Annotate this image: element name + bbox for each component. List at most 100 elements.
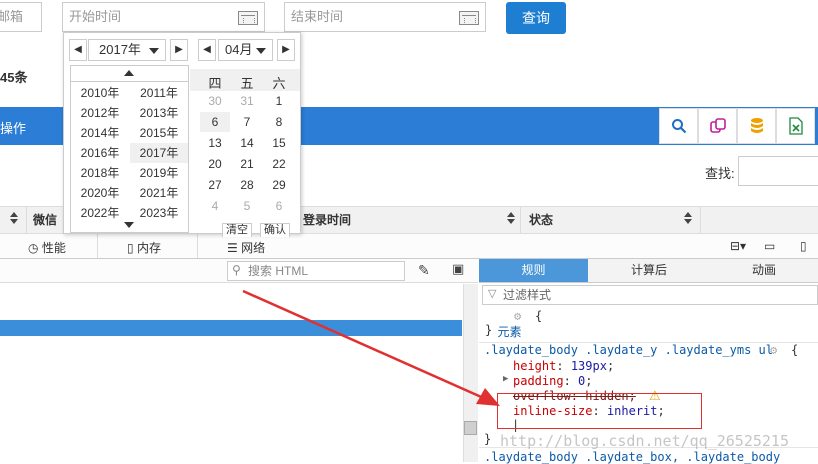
day-cell[interactable]: 28 <box>232 175 262 195</box>
next-year-button[interactable]: ▶ <box>170 39 188 61</box>
filter-icon: ▽ <box>488 288 497 300</box>
day-cell[interactable]: 14 <box>232 133 262 153</box>
tab-rules[interactable]: 规则 <box>479 259 588 282</box>
day-cell[interactable]: 22 <box>264 154 294 174</box>
find-label: 查找: <box>705 166 735 181</box>
selected-node-row[interactable] <box>0 320 462 336</box>
column-header-login-time[interactable]: 登录时间 <box>303 207 351 233</box>
email-placeholder: 邮箱 <box>0 9 24 24</box>
tab-divider <box>197 234 198 258</box>
month-select[interactable]: 04月 <box>218 39 273 61</box>
filter-styles-input[interactable]: 过滤样式 <box>482 285 818 305</box>
sort-icon[interactable] <box>684 212 692 226</box>
copy-icon <box>709 118 726 133</box>
dock-layout-icon[interactable]: ⊟▾ <box>730 239 746 253</box>
prev-year-button[interactable]: ◀ <box>69 39 87 61</box>
day-cell[interactable]: 5 <box>232 196 262 216</box>
element-brace-close: } <box>485 323 493 337</box>
scroll-down-icon[interactable] <box>71 218 188 232</box>
column-divider <box>26 207 27 233</box>
start-time-input[interactable]: 开始时间 <box>62 2 265 32</box>
scroll-up-icon[interactable] <box>71 66 188 82</box>
day-cell[interactable]: 29 <box>264 175 294 195</box>
calendar-icon[interactable] <box>238 11 258 25</box>
next-month-button[interactable]: ▶ <box>277 39 295 61</box>
calendar-icon[interactable] <box>459 11 479 25</box>
rule-selector[interactable]: .laydate_body .laydate_y .laydate_yms ul <box>484 343 773 357</box>
prev-month-button[interactable]: ◀ <box>198 39 216 61</box>
day-cell[interactable]: 20 <box>200 154 230 174</box>
tab-animations[interactable]: 动画 <box>710 259 818 282</box>
year-select[interactable]: 2017年 <box>88 39 166 61</box>
expand-triangle-icon[interactable]: ▶ <box>503 374 508 384</box>
year-option[interactable]: 2013年 <box>130 103 188 123</box>
day-cell-selected[interactable]: 6 <box>200 112 230 132</box>
day-cell[interactable]: 8 <box>264 112 294 132</box>
year-option[interactable]: 2018年 <box>71 163 129 183</box>
start-time-placeholder: 开始时间 <box>69 9 122 24</box>
year-option[interactable]: 2019年 <box>130 163 188 183</box>
email-input[interactable]: 邮箱 <box>0 2 42 32</box>
network-icon: ☰ <box>227 241 238 255</box>
year-option[interactable]: 2012年 <box>71 103 129 123</box>
split-console-icon[interactable]: ▭ <box>764 239 775 253</box>
year-option[interactable]: 2015年 <box>130 123 188 143</box>
day-cell[interactable]: 31 <box>232 91 262 111</box>
day-cell[interactable]: 15 <box>264 133 294 153</box>
clear-button[interactable]: 清空 <box>222 223 252 237</box>
toggle-sidebar-icon[interactable]: ▣ <box>452 261 464 277</box>
day-cell[interactable]: 13 <box>200 133 230 153</box>
devtools-tabbar: ◷ 性能 ▯ 内存 ☰ 网络 ⊟▾ ▭ ▯ <box>0 234 818 259</box>
markup-scrollbar[interactable] <box>463 284 478 462</box>
search-button[interactable] <box>659 108 698 144</box>
day-cell[interactable]: 1 <box>264 91 294 111</box>
column-header-status[interactable]: 状态 <box>529 207 553 233</box>
search-html-input[interactable]: 搜索 HTML <box>227 261 405 281</box>
day-cell[interactable]: 27 <box>200 175 230 195</box>
year-option[interactable]: 2011年 <box>130 83 188 103</box>
sort-icon[interactable] <box>10 212 18 226</box>
find-input[interactable] <box>738 156 818 186</box>
export-db-button[interactable] <box>737 108 776 144</box>
query-button[interactable]: 查询 <box>506 2 566 34</box>
end-time-input[interactable]: 结束时间 <box>284 2 486 32</box>
rule-gear-icon[interactable]: ⚙ <box>770 343 777 357</box>
year-option[interactable]: 2016年 <box>71 143 129 163</box>
tab-divider <box>97 234 98 258</box>
performance-icon: ◷ <box>28 241 39 255</box>
header-title: 操作 <box>0 121 27 136</box>
column-header-wechat[interactable]: 微信 <box>33 207 57 233</box>
tab-network[interactable]: ☰ 网络 <box>227 239 265 256</box>
responsive-mode-icon[interactable]: ▯ <box>800 239 807 253</box>
year-option-current[interactable]: 2017年 <box>130 143 188 163</box>
css-prop-height[interactable]: height: 139px; <box>513 359 614 373</box>
year-option[interactable]: 2014年 <box>71 123 129 143</box>
day-cell[interactable]: 21 <box>232 154 262 174</box>
rule-gear-icon[interactable]: ⚙ <box>514 309 521 323</box>
year-option[interactable]: 2020年 <box>71 183 129 203</box>
rule-brace-close: } <box>484 432 492 446</box>
copy-button[interactable] <box>698 108 737 144</box>
total-count: 45条 <box>0 70 28 85</box>
scrollbar-thumb[interactable] <box>464 421 477 435</box>
tab-memory[interactable]: ▯ 内存 <box>127 239 161 256</box>
end-time-placeholder: 结束时间 <box>291 9 344 24</box>
day-cell[interactable]: 6 <box>264 196 294 216</box>
day-cell[interactable]: 7 <box>232 112 262 132</box>
date-picker: ◀ 2017年 ▶ ◀ 04月 ▶ 四 五 六 30 31 1 6 7 8 13… <box>63 32 301 237</box>
export-excel-button[interactable] <box>776 108 815 144</box>
year-option[interactable]: 2010年 <box>71 83 129 103</box>
weekday-label: 六 <box>272 76 286 91</box>
search-icon <box>671 119 686 134</box>
tab-computed[interactable]: 计算后 <box>589 259 709 282</box>
tab-performance[interactable]: ◷ 性能 <box>28 239 66 256</box>
year-option[interactable]: 2021年 <box>130 183 188 203</box>
sort-icon[interactable] <box>507 212 515 226</box>
eyedropper-icon[interactable]: ✎ <box>418 262 430 279</box>
confirm-button[interactable]: 确认 <box>260 223 290 237</box>
css-prop-padding[interactable]: padding: 0; <box>513 374 593 388</box>
day-cell[interactable]: 30 <box>200 91 230 111</box>
day-cell[interactable]: 4 <box>200 196 230 216</box>
search-html-placeholder: 搜索 HTML <box>248 264 309 278</box>
column-divider <box>700 207 701 233</box>
